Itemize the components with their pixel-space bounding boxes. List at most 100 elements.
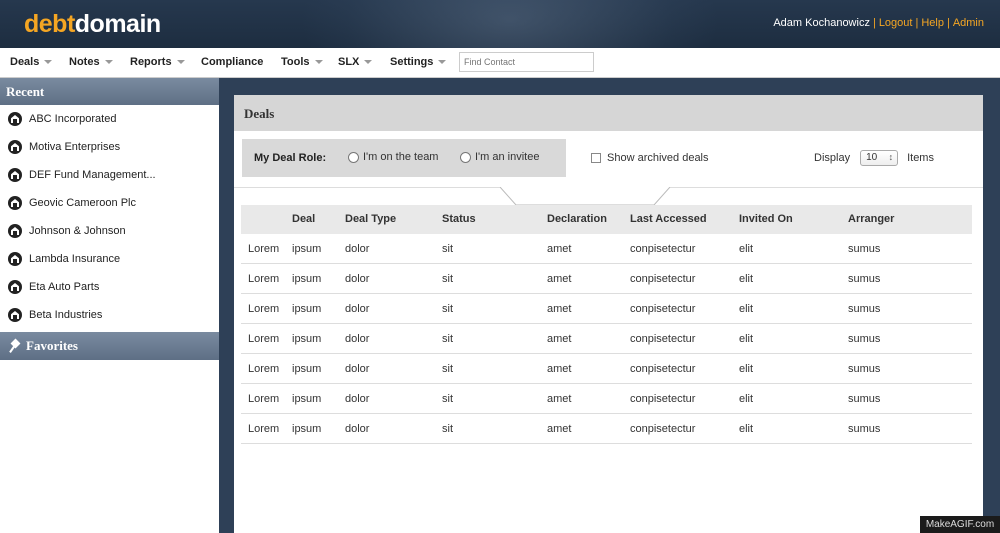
table-cell: elit bbox=[739, 333, 754, 345]
chevron-down-icon bbox=[104, 60, 113, 65]
pin-icon bbox=[10, 340, 20, 352]
col-header[interactable]: Deal bbox=[292, 213, 315, 225]
table-cell: elit bbox=[739, 393, 754, 405]
deal-role-filter: My Deal Role: I'm on the team I'm an inv… bbox=[242, 139, 566, 177]
globe-graphic bbox=[300, 0, 720, 48]
help-link[interactable]: Help bbox=[921, 17, 944, 29]
col-header[interactable]: Last Accessed bbox=[630, 213, 707, 225]
recent-item[interactable]: Eta Auto Parts bbox=[0, 273, 219, 301]
favorites-header[interactable]: Favorites bbox=[0, 332, 219, 360]
col-header[interactable]: Invited On bbox=[739, 213, 793, 225]
app-header: debtdomain Adam Kochanowicz | Logout | Help |… bbox=[0, 0, 1000, 48]
table-cell: sumus bbox=[848, 423, 881, 435]
recent-item[interactable]: Geovic Cameroon Plc bbox=[0, 189, 219, 217]
table-cell: conpisetectur bbox=[630, 423, 696, 435]
logo-part-debt: debt bbox=[24, 10, 75, 38]
nav-tools[interactable]: Tools bbox=[281, 56, 323, 68]
table-cell: ipsum bbox=[292, 243, 322, 255]
building-icon bbox=[8, 112, 22, 126]
building-icon bbox=[8, 252, 22, 266]
nav-notes[interactable]: Notes bbox=[69, 56, 113, 68]
table-cell: dolor bbox=[345, 363, 370, 375]
table-cell: ipsum bbox=[292, 333, 322, 345]
table-cell: sumus bbox=[848, 393, 881, 405]
table-cell: Lorem bbox=[248, 303, 280, 315]
recent-item[interactable]: Motiva Enterprises bbox=[0, 133, 219, 161]
table-cell: conpisetectur bbox=[630, 393, 696, 405]
user-name: Adam Kochanowicz bbox=[773, 17, 870, 29]
building-icon bbox=[8, 196, 22, 210]
table-row[interactable]: Lorem ipsum dolor sit amet conpisetectur elit s… bbox=[241, 354, 972, 384]
table-cell: dolor bbox=[345, 243, 370, 255]
col-header[interactable]: Declaration bbox=[547, 213, 607, 225]
col-header[interactable]: Status bbox=[442, 213, 476, 225]
recent-item[interactable]: Beta Industries bbox=[0, 301, 219, 329]
table-cell: sumus bbox=[848, 333, 881, 345]
table-row[interactable]: Lorem ipsum dolor sit amet conpisetectur elit s… bbox=[241, 324, 972, 354]
building-icon bbox=[8, 308, 22, 322]
table-cell: dolor bbox=[345, 393, 370, 405]
show-archived-checkbox[interactable]: Show archived deals bbox=[591, 152, 709, 164]
table-row[interactable]: Lorem ipsum dolor sit amet conpisetectur elit s… bbox=[241, 384, 972, 414]
recent-item[interactable]: Lambda Insurance bbox=[0, 245, 219, 273]
deals-panel: Deals My Deal Role: I'm on the team I'm … bbox=[234, 95, 983, 533]
table-cell: Lorem bbox=[248, 273, 280, 285]
deal-role-label: My Deal Role: bbox=[254, 152, 327, 164]
table-row[interactable]: Lorem ipsum dolor sit amet conpisetectur elit s… bbox=[241, 414, 972, 444]
table-cell: amet bbox=[547, 423, 572, 435]
nav-deals[interactable]: Deals bbox=[10, 56, 53, 68]
table-cell: sit bbox=[442, 303, 453, 315]
logout-link[interactable]: Logout bbox=[879, 17, 913, 29]
table-cell: sumus bbox=[848, 303, 881, 315]
recent-item[interactable]: ABC Incorporated bbox=[0, 105, 219, 133]
table-cell: amet bbox=[547, 363, 572, 375]
user-bar: Adam Kochanowicz | Logout | Help | Admin bbox=[773, 17, 984, 29]
table-cell: Lorem bbox=[248, 363, 280, 375]
table-cell: ipsum bbox=[292, 423, 322, 435]
watermark: MakeAGIF.com bbox=[920, 516, 1000, 533]
role-invitee-radio[interactable]: I'm an invitee bbox=[460, 151, 539, 163]
table-row[interactable]: Lorem ipsum dolor sit amet conpisetectur elit s… bbox=[241, 234, 972, 264]
col-header[interactable]: Deal Type bbox=[345, 213, 396, 225]
page-title: Deals bbox=[234, 95, 983, 131]
table-cell: sit bbox=[442, 363, 453, 375]
col-header[interactable]: Arranger bbox=[848, 213, 894, 225]
nav-compliance[interactable]: Compliance bbox=[201, 56, 263, 68]
table-row[interactable]: Lorem ipsum dolor sit amet conpisetectur elit s… bbox=[241, 264, 972, 294]
display-select[interactable]: 10 bbox=[860, 150, 899, 166]
table-cell: sumus bbox=[848, 363, 881, 375]
find-contact-input[interactable] bbox=[459, 52, 594, 72]
table-cell: dolor bbox=[345, 333, 370, 345]
table-cell: sit bbox=[442, 423, 453, 435]
nav-slx[interactable]: SLX bbox=[338, 56, 373, 68]
table-cell: amet bbox=[547, 273, 572, 285]
table-body: Lorem ipsum dolor sit amet conpisetectur elit s… bbox=[241, 234, 972, 444]
table-cell: amet bbox=[547, 303, 572, 315]
table-cell: ipsum bbox=[292, 273, 322, 285]
table-cell: conpisetectur bbox=[630, 363, 696, 375]
table-cell: elit bbox=[739, 273, 754, 285]
radio-icon bbox=[460, 151, 471, 163]
nav-reports[interactable]: Reports bbox=[130, 56, 185, 68]
chevron-down-icon bbox=[44, 60, 53, 65]
table-cell: sit bbox=[442, 333, 453, 345]
recent-item[interactable]: DEF Fund Management... bbox=[0, 161, 219, 189]
table-cell: sumus bbox=[848, 273, 881, 285]
table-cell: amet bbox=[547, 333, 572, 345]
recent-item[interactable]: Johnson & Johnson bbox=[0, 217, 219, 245]
brand-logo[interactable]: debtdomain bbox=[24, 10, 161, 39]
admin-link[interactable]: Admin bbox=[953, 17, 984, 29]
role-team-radio[interactable]: I'm on the team bbox=[348, 151, 438, 163]
table-row[interactable]: Lorem ipsum dolor sit amet conpisetectur elit s… bbox=[241, 294, 972, 324]
table-cell: amet bbox=[547, 393, 572, 405]
table-cell: elit bbox=[739, 363, 754, 375]
nav-settings[interactable]: Settings bbox=[390, 56, 447, 68]
table-cell: dolor bbox=[345, 273, 370, 285]
building-icon bbox=[8, 224, 22, 238]
table-cell: Lorem bbox=[248, 333, 280, 345]
table-header: Deal Deal Type Status Declaration Last A… bbox=[241, 205, 972, 234]
table-cell: amet bbox=[547, 243, 572, 255]
display-count: Display 10 Items bbox=[814, 150, 934, 166]
table-cell: Lorem bbox=[248, 393, 280, 405]
logo-part-domain: domain bbox=[74, 10, 161, 38]
